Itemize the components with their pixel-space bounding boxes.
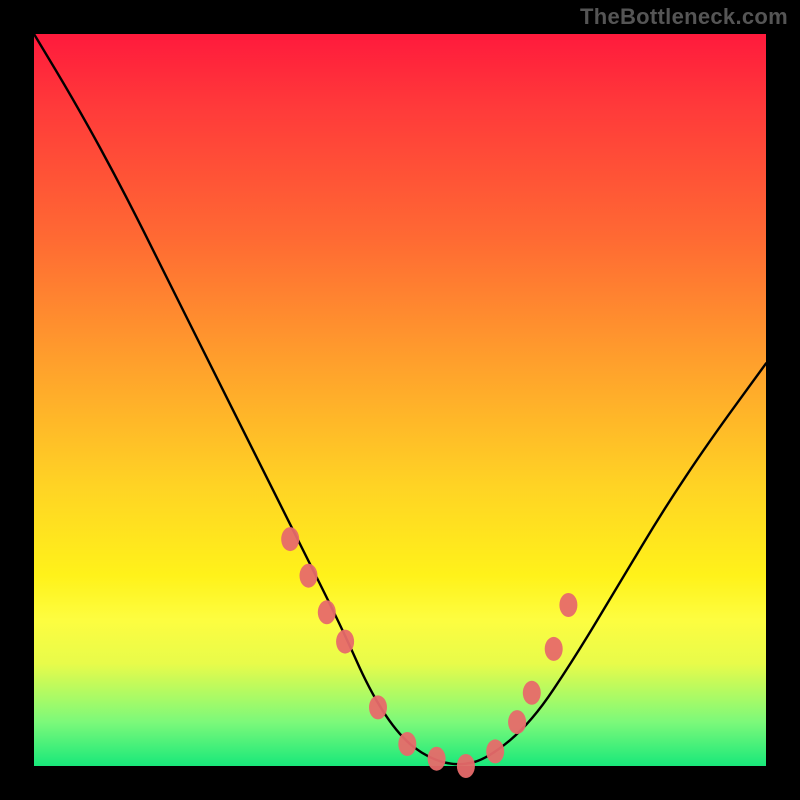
marker-point [523, 681, 541, 705]
bottleneck-curve [34, 34, 766, 764]
marker-point [508, 710, 526, 734]
marker-point [428, 747, 446, 771]
marker-point [457, 754, 475, 778]
marker-point [336, 630, 354, 654]
plot-area [34, 34, 766, 766]
marker-point [545, 637, 563, 661]
marker-point [559, 593, 577, 617]
marker-point [318, 600, 336, 624]
chart-frame: TheBottleneck.com [0, 0, 800, 800]
watermark-text: TheBottleneck.com [580, 4, 788, 30]
chart-svg [34, 34, 766, 766]
marker-point [398, 732, 416, 756]
marker-point [281, 527, 299, 551]
marker-point [369, 695, 387, 719]
marker-point [300, 564, 318, 588]
marker-point [486, 739, 504, 763]
highlight-markers [281, 527, 577, 778]
